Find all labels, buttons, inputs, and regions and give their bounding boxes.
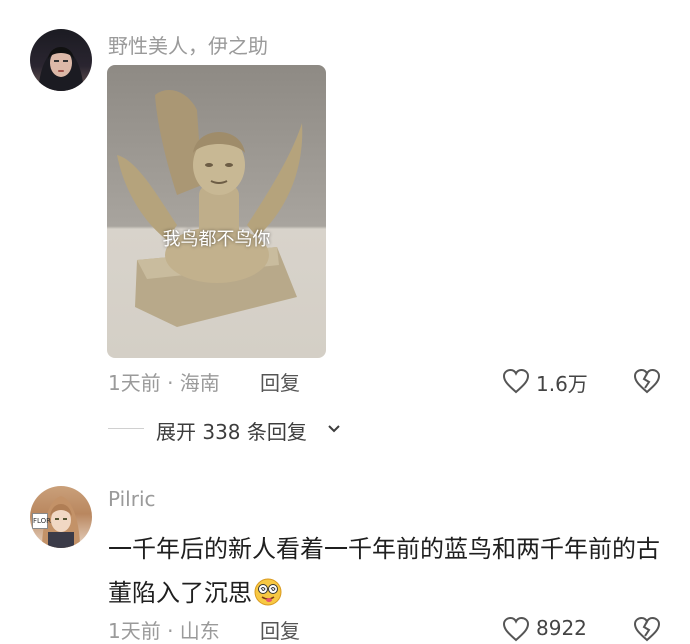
like-count: 8922 [536, 616, 587, 640]
avatar[interactable] [30, 29, 92, 91]
comment-text: 一千年后的新人看着一千年前的蓝鸟和两千年前的古董陷入了沉思 [108, 527, 668, 615]
comment-image[interactable]: 我鸟都不鸟你 [107, 65, 326, 358]
expand-replies-button[interactable]: 展开 338 条回复 [156, 416, 307, 445]
heart-outline-icon[interactable] [502, 368, 530, 394]
username[interactable]: Pilric [108, 487, 156, 511]
avatar[interactable]: FLOR [30, 486, 92, 548]
image-caption: 我鸟都不鸟你 [162, 229, 271, 250]
heart-outline-icon[interactable] [502, 616, 530, 642]
comment-meta: 1天前 · 海南 [108, 371, 220, 395]
reply-button[interactable]: 回复 [260, 367, 300, 396]
broken-heart-icon[interactable] [633, 616, 661, 642]
comment-body: 一千年后的新人看着一千年前的蓝鸟和两千年前的古董陷入了沉思 [108, 535, 660, 607]
avatar-tag: FLOR [32, 513, 51, 529]
dizzy-face-emoji [254, 578, 282, 606]
broken-heart-icon[interactable] [633, 368, 661, 394]
like-count: 1.6万 [536, 372, 588, 396]
chevron-down-icon[interactable] [326, 420, 342, 436]
username[interactable]: 野性美人，伊之助 [108, 30, 268, 59]
divider [108, 428, 144, 429]
